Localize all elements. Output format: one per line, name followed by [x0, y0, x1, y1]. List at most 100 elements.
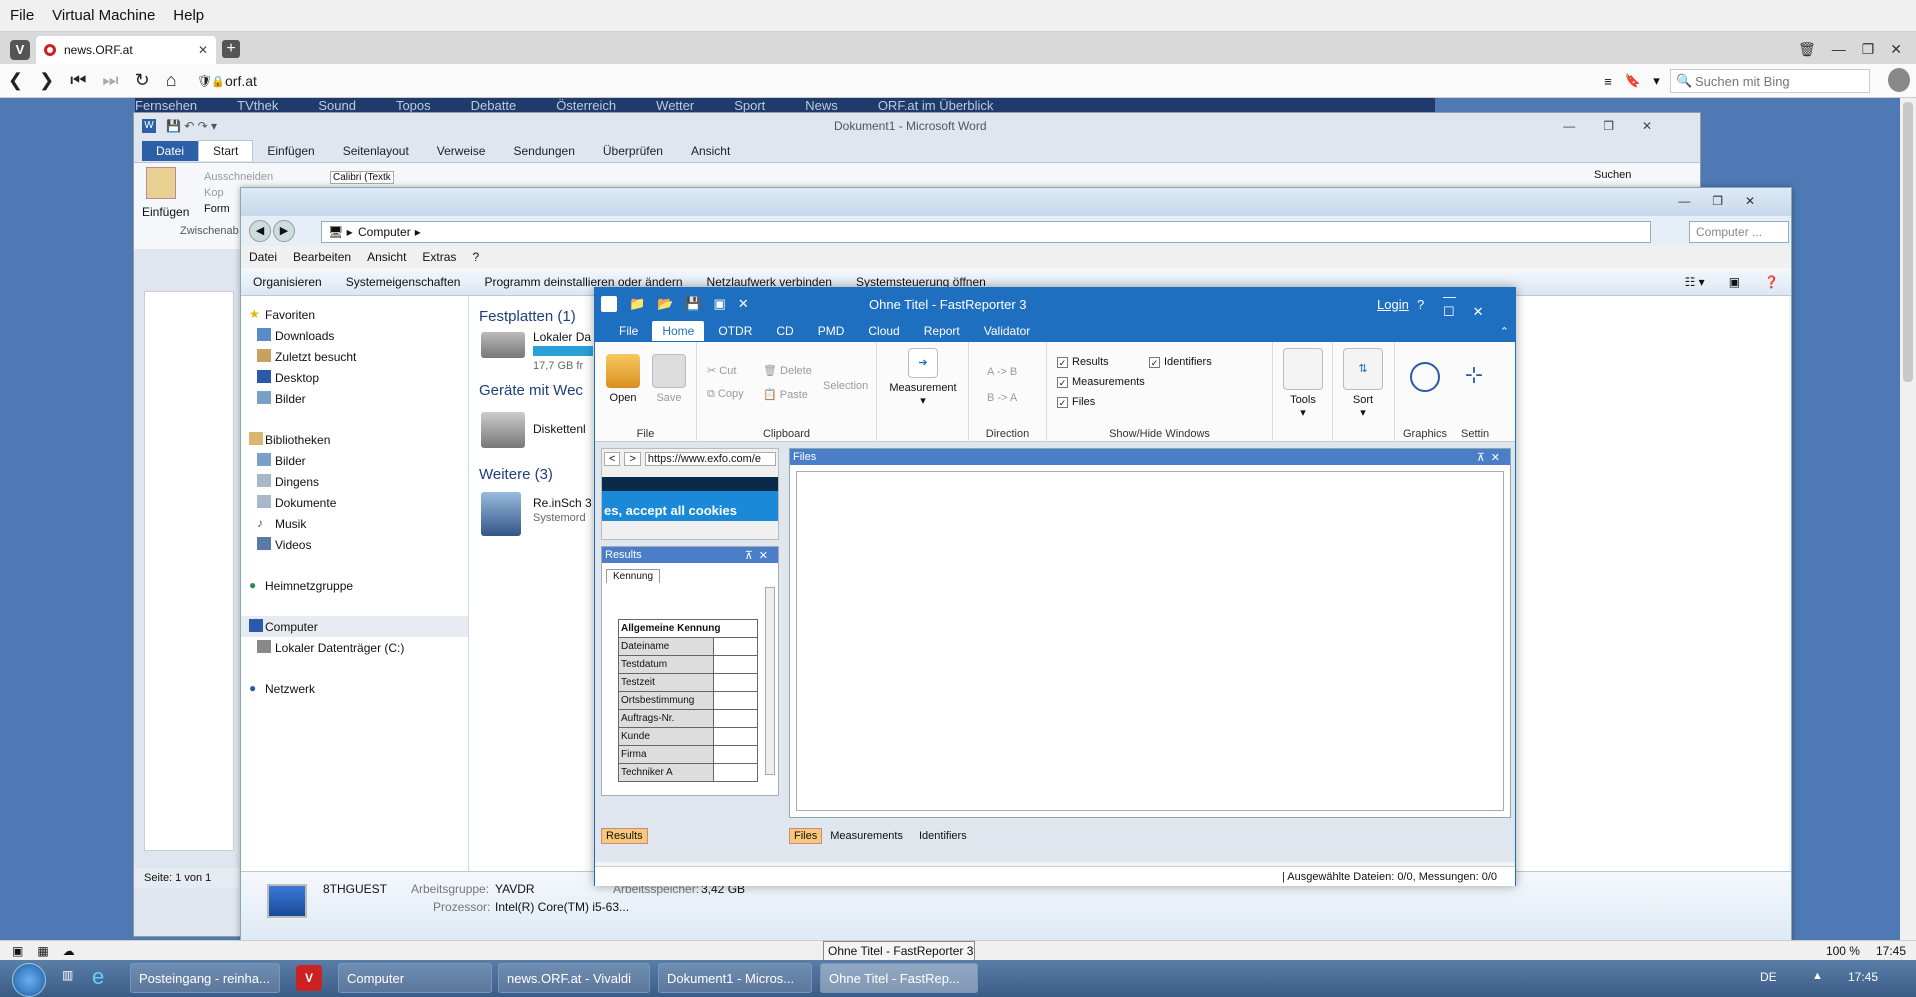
fr-tab-otdr[interactable]: OTDR [708, 321, 762, 341]
collapse-ribbon-icon[interactable]: ⌃ [1500, 325, 1509, 338]
page-scrollbar[interactable] [1900, 98, 1916, 940]
minimize-icon[interactable]: — [1832, 41, 1846, 57]
forward-icon[interactable]: ❯ [39, 70, 54, 91]
orf-nav-item[interactable]: Sound [318, 98, 356, 112]
vivaldi-menu-icon[interactable]: V [10, 40, 30, 60]
reload-icon[interactable]: ↻ [135, 70, 150, 91]
floppy-name[interactable]: Diskettenl [533, 422, 586, 436]
explorer-search-input[interactable]: Computer ... [1689, 221, 1789, 243]
help-icon[interactable]: ❓ [1752, 275, 1791, 289]
table-row[interactable]: Auftrags-Nr. [618, 709, 758, 728]
explorer-address-bar[interactable]: 🖥 ▸ Computer ▸ [321, 221, 1651, 243]
copy-button[interactable]: Kop [204, 187, 224, 199]
organize-button[interactable]: Organisieren [241, 275, 334, 289]
browser-forward-button[interactable]: > [624, 452, 641, 466]
selection-button[interactable]: Selection [823, 380, 868, 392]
system-properties-button[interactable]: Systemeigenschaften [334, 275, 473, 289]
format-painter-button[interactable]: Form [204, 203, 230, 215]
table-row[interactable]: Ortsbestimmung [618, 691, 758, 710]
bottom-tab-results[interactable]: Results [601, 828, 648, 844]
orf-nav-item[interactable]: TVthek [237, 98, 278, 112]
save-button[interactable]: Save [649, 354, 689, 404]
nav-favoriten[interactable]: ★ Favoriten [241, 304, 468, 325]
trash-icon[interactable]: 🗑 [1798, 41, 1816, 58]
table-row[interactable]: Dateiname [618, 637, 758, 656]
taskbar-item-word[interactable]: Dokument1 - Micros... [658, 963, 812, 993]
panel-pin-close-icon[interactable]: ⊼✕ [745, 549, 774, 562]
orf-nav-item[interactable]: Österreich [556, 98, 616, 112]
orf-nav-item[interactable]: Wetter [656, 98, 694, 112]
taskbar-item-thunderbird[interactable]: Posteingang - reinha... [130, 963, 280, 993]
taskbar-item-fastreporter[interactable]: Ohne Titel - FastRep... [820, 963, 978, 993]
nav-bibliotheken[interactable]: Bibliotheken [241, 429, 468, 450]
delete-button[interactable]: 🗑 Delete [763, 364, 812, 377]
table-row[interactable]: Kunde [618, 727, 758, 746]
graphics-button[interactable] [1401, 362, 1449, 396]
tray-chevron-icon[interactable]: ▲ [1812, 970, 1823, 982]
nav-downloads[interactable]: Downloads [241, 325, 468, 346]
host-menu-file[interactable]: File [10, 3, 34, 28]
fr-tab-file[interactable]: File [609, 321, 648, 341]
vivaldi-pinned-icon[interactable]: V [296, 965, 322, 991]
panel-toggle-icon[interactable]: ▣▦☁ [12, 944, 89, 958]
font-select[interactable]: Calibri (Textk [330, 171, 394, 184]
fr-tab-validator[interactable]: Validator [974, 321, 1040, 341]
orf-nav-item[interactable]: Fernsehen [135, 98, 197, 112]
drive-name[interactable]: Lokaler Da [533, 330, 591, 344]
panel-pin-close-icon[interactable]: ⊼✕ [1477, 451, 1506, 464]
explorer-window-controls[interactable]: —❐✕ [1678, 194, 1777, 208]
sort-button[interactable]: ⇅ Sort ▾ [1337, 348, 1389, 419]
avatar[interactable] [1888, 68, 1910, 92]
nav-heimnetz[interactable]: ● Heimnetzgruppe [241, 575, 468, 596]
language-indicator[interactable]: DE [1760, 970, 1777, 984]
taskbar-item-vivaldi[interactable]: news.ORF.at - Vivaldi [498, 963, 650, 993]
restore-icon[interactable]: ❐ [1862, 41, 1875, 58]
open-button[interactable]: Open [603, 354, 643, 404]
tools-button[interactable]: Tools ▾ [1277, 348, 1329, 419]
orf-nav-item[interactable]: Debatte [471, 98, 517, 112]
find-button[interactable]: Suchen [1594, 169, 1631, 181]
measurements-checkbox[interactable]: ✓ Measurements [1057, 376, 1145, 388]
b-to-a-button[interactable]: B -> A [987, 392, 1017, 404]
copy-button[interactable]: ⧉ Copy [707, 388, 744, 401]
word-tab-datei[interactable]: Datei [142, 140, 199, 161]
back-icon[interactable]: ◀ [249, 220, 271, 242]
fr-tab-cd[interactable]: CD [766, 321, 803, 341]
nav-lib-dingens[interactable]: Dingens [241, 471, 468, 492]
orf-nav-item[interactable]: Topos [396, 98, 431, 112]
nav-lib-dokumente[interactable]: Dokumente [241, 492, 468, 513]
cut-button[interactable]: ✂ Cut [707, 364, 736, 377]
home-icon[interactable]: ⌂ [166, 70, 177, 91]
taskbar-item-computer[interactable]: Computer [338, 963, 492, 993]
word-tab-einfuegen[interactable]: Einfügen [253, 141, 328, 161]
taskbar-clock[interactable]: 17:45 [1848, 970, 1878, 984]
table-row[interactable]: Firma [618, 745, 758, 764]
fastreporter-window-controls[interactable]: —☐✕ [1443, 289, 1515, 320]
login-link[interactable]: Login [1377, 297, 1409, 312]
fr-tab-pmd[interactable]: PMD [808, 321, 855, 341]
word-tab-ansicht[interactable]: Ansicht [677, 141, 744, 161]
word-tab-verweise[interactable]: Verweise [423, 141, 500, 161]
device-name[interactable]: Re.inSch 3 [533, 496, 592, 510]
fr-tab-cloud[interactable]: Cloud [858, 321, 909, 341]
back-icon[interactable]: ❮ [8, 70, 23, 91]
orf-nav-item[interactable]: ORF.at im Überblick [878, 98, 994, 112]
table-row[interactable]: Testzeit [618, 673, 758, 692]
nav-lib-videos[interactable]: Videos [241, 534, 468, 555]
paste-button[interactable]: 📋 Paste [763, 388, 808, 401]
nav-lib-musik[interactable]: ♪ Musik [241, 513, 468, 534]
orf-nav-item[interactable]: News [805, 98, 838, 112]
new-tab-icon[interactable]: + [222, 40, 240, 58]
breadcrumb[interactable]: Computer [358, 225, 411, 239]
tab-close-icon[interactable]: ✕ [198, 43, 208, 57]
nav-computer[interactable]: Computer [241, 616, 468, 637]
group-weitere[interactable]: Weitere (3) [479, 466, 553, 483]
cut-button[interactable]: Ausschneiden [204, 171, 273, 183]
bottom-tab-identifiers[interactable]: Identifiers [911, 829, 975, 843]
group-geraete[interactable]: Geräte mit Wec [479, 382, 583, 399]
files-list[interactable] [796, 471, 1504, 811]
word-tab-sendungen[interactable]: Sendungen [499, 141, 588, 161]
browser-tab[interactable]: news.ORF.at ✕ [36, 36, 216, 64]
bookmark-icon[interactable]: 🔖 [1624, 73, 1640, 89]
host-menu-help[interactable]: Help [173, 3, 204, 28]
